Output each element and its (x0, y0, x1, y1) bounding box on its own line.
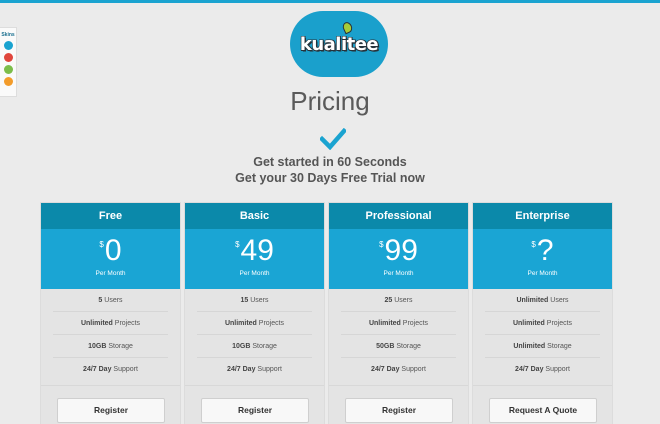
plan-price-box: $ 49 Per Month (185, 229, 324, 289)
currency-symbol: $ (99, 240, 104, 249)
logo-text: kualitee (299, 33, 379, 55)
feature-storage: 50GB Storage (341, 335, 456, 358)
request-quote-button[interactable]: Request A Quote (489, 398, 597, 423)
feature-storage: 10GB Storage (197, 335, 312, 358)
tagline-line-1: Get started in 60 Seconds (253, 155, 407, 169)
feature-list: Unlimited Users Unlimited Projects Unlim… (473, 289, 612, 381)
feature-support: 24/7 Day Support (83, 366, 138, 373)
feature-list: 15 Users Unlimited Projects 10GB Storage… (185, 289, 324, 381)
kualitee-logo[interactable]: kualitee (290, 11, 388, 77)
top-accent-bar (0, 0, 660, 3)
price-amount: ? (536, 234, 554, 267)
price-period: Per Month (383, 270, 414, 277)
feature-users: Unlimited Users (485, 289, 600, 312)
price-amount: 49 (240, 234, 274, 267)
feature-users: 5 Users (53, 289, 168, 312)
plan-price-box: $ ? Per Month (473, 229, 612, 289)
skin-swatch-green[interactable] (3, 65, 13, 74)
price-amount: 0 (104, 234, 122, 267)
price-period: Per Month (527, 270, 558, 277)
plan-price-box: $ 99 Per Month (329, 229, 468, 289)
price-period: Per Month (95, 270, 126, 277)
page-title: Pricing (290, 86, 370, 116)
feature-storage: 10GB Storage (53, 335, 168, 358)
leaf-icon (341, 20, 354, 35)
plan-footer: Register (41, 385, 180, 424)
feature-projects: Unlimited Projects (341, 312, 456, 335)
price-period: Per Month (239, 270, 270, 277)
plan-card-professional: Professional $ 99 Per Month 25 Users Unl… (328, 202, 469, 424)
skin-swatch-blue[interactable] (3, 41, 13, 50)
plan-price-box: $ 0 Per Month (41, 229, 180, 289)
feature-projects: Unlimited Projects (53, 312, 168, 335)
register-button[interactable]: Register (201, 398, 309, 423)
feature-support: 24/7 Day Support (371, 366, 426, 373)
plan-name: Enterprise (473, 203, 612, 229)
plan-footer: Request A Quote (473, 385, 612, 424)
price-amount: 99 (384, 234, 418, 267)
tagline-line-2: Get your 30 Days Free Trial now (235, 171, 425, 185)
skin-swatch-orange[interactable] (3, 77, 13, 86)
skins-title: Skins (1, 32, 15, 38)
feature-support: 24/7 Day Support (515, 366, 570, 373)
feature-projects: Unlimited Projects (485, 312, 600, 335)
skin-swatch-red[interactable] (3, 53, 13, 62)
feature-list: 25 Users Unlimited Projects 50GB Storage… (329, 289, 468, 381)
feature-storage: Unlimited Storage (485, 335, 600, 358)
plan-card-basic: Basic $ 49 Per Month 15 Users Unlimited … (184, 202, 325, 424)
tagline: Get started in 60 Seconds Get your 30 Da… (0, 154, 660, 186)
plan-name: Professional (329, 203, 468, 229)
plan-name: Basic (185, 203, 324, 229)
plan-footer: Register (329, 385, 468, 424)
currency-symbol: $ (379, 240, 384, 249)
currency-symbol: $ (235, 240, 240, 249)
checkmark-icon (320, 128, 346, 150)
currency-symbol: $ (531, 240, 536, 249)
plan-footer: Register (185, 385, 324, 424)
plan-card-enterprise: Enterprise $ ? Per Month Unlimited Users… (472, 202, 613, 424)
feature-users: 25 Users (341, 289, 456, 312)
feature-users: 15 Users (197, 289, 312, 312)
feature-list: 5 Users Unlimited Projects 10GB Storage … (41, 289, 180, 381)
plan-card-free: Free $ 0 Per Month 5 Users Unlimited Pro… (40, 202, 181, 424)
feature-support: 24/7 Day Support (227, 366, 282, 373)
plan-name: Free (41, 203, 180, 229)
register-button[interactable]: Register (57, 398, 165, 423)
register-button[interactable]: Register (345, 398, 453, 423)
feature-projects: Unlimited Projects (197, 312, 312, 335)
